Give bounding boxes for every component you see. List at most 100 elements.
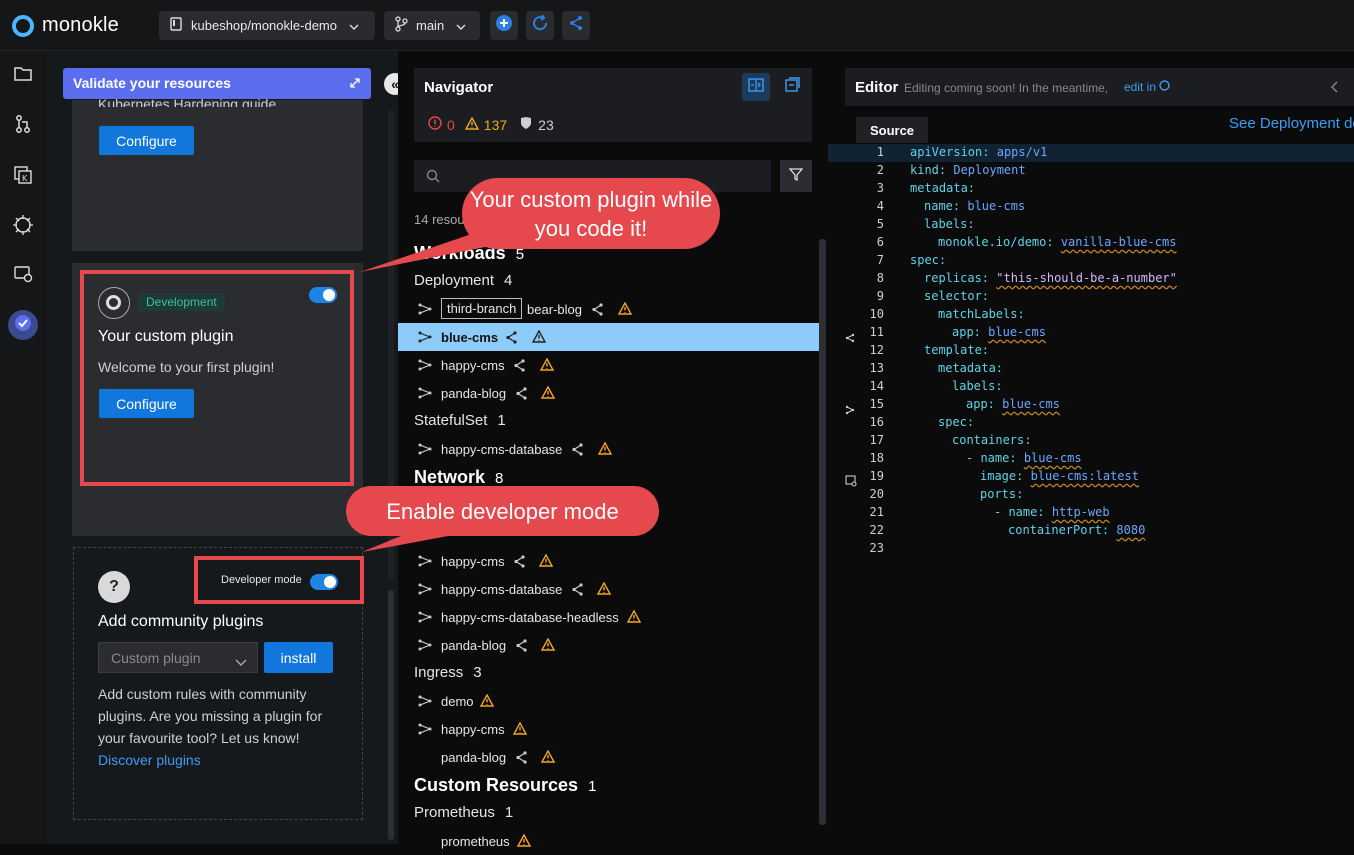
code-text: name: blue-cms	[924, 199, 1025, 213]
navigator-header: Navigator 0 137 23	[414, 68, 812, 142]
resource-row[interactable]: happy-cms-database	[398, 575, 820, 603]
line-number: 12	[869, 343, 884, 357]
resource-row[interactable]: happy-cms-database	[398, 435, 820, 463]
filter-button[interactable]	[780, 160, 812, 192]
resource-row[interactable]: demo	[398, 687, 820, 715]
configure-hardening-button[interactable]: Configure	[99, 126, 194, 155]
line-number: 22	[869, 523, 884, 537]
repo-selector[interactable]: kubeshop/monokle-demo	[159, 11, 375, 40]
code-text: - name: http-web	[994, 505, 1110, 519]
resource-row[interactable]: panda-blog	[398, 379, 820, 407]
line-number: 9	[876, 289, 884, 303]
git-button[interactable]	[8, 111, 38, 141]
resource-row[interactable]: prometheus	[398, 827, 820, 855]
explorer-button[interactable]	[8, 61, 38, 91]
warning-icon	[479, 693, 495, 710]
compare-button[interactable]	[742, 73, 770, 101]
line-number: 7	[876, 253, 884, 267]
kind-deployment[interactable]: Deployment 4	[414, 272, 512, 289]
validation-button[interactable]	[8, 310, 38, 340]
share-icon	[591, 303, 604, 319]
warning-icon	[626, 609, 642, 626]
git-compare-icon	[14, 114, 32, 139]
resource-row[interactable]: third-branch bear-blog	[398, 295, 820, 323]
code-text: selector:	[924, 289, 989, 303]
custom-plugin-select[interactable]: Custom plugin	[98, 642, 258, 673]
kind-ingress[interactable]: Ingress 3	[414, 664, 482, 681]
warning-icon	[538, 553, 554, 570]
yaml-key: - name:	[966, 451, 1017, 465]
code-text: spec:	[938, 415, 974, 429]
sync-button[interactable]	[526, 11, 554, 40]
yaml-value: Deployment	[953, 163, 1026, 177]
branch-selector[interactable]: main	[384, 11, 480, 40]
line-number: 4	[876, 199, 884, 213]
group-custom-resources[interactable]: Custom Resources 1	[414, 775, 596, 796]
share-button[interactable]	[562, 11, 590, 40]
install-button[interactable]: install	[264, 642, 333, 673]
line-number: 18	[869, 451, 884, 465]
problem-stats: 0 137 23	[428, 116, 554, 133]
kustomize-button[interactable]: K	[8, 162, 38, 192]
kind-prometheus[interactable]: Prometheus 1	[414, 804, 513, 821]
custom-plugin-select-value: Custom plugin	[111, 650, 201, 666]
expand-icon[interactable]	[349, 76, 361, 92]
yaml-key: containerPort:	[1008, 523, 1110, 537]
resource-row[interactable]: happy-cms-database-headless	[398, 603, 820, 631]
yaml-value: http-web	[1051, 505, 1110, 519]
link-icon[interactable]	[845, 330, 855, 348]
resource-row[interactable]: happy-cms	[398, 351, 820, 379]
link-icon[interactable]	[845, 402, 855, 420]
chevron-left-icon[interactable]	[1330, 80, 1338, 98]
line-number: 13	[869, 361, 884, 375]
yaml-value: blue-cms	[1023, 451, 1082, 465]
resource-name: blue-cms	[441, 330, 499, 345]
resource-row[interactable]: happy-cms	[398, 547, 820, 575]
collapse-all-button[interactable]	[778, 73, 806, 101]
preview-button[interactable]	[8, 261, 38, 291]
edit-in-github-link[interactable]: edit in	[1124, 80, 1171, 94]
yaml-key: app:	[966, 397, 995, 411]
statefulset-icon	[418, 443, 432, 458]
yaml-key: metadata:	[938, 361, 1004, 375]
callout-custom-plugin: Your custom plugin while you code it!	[462, 178, 720, 249]
line-number: 15	[869, 397, 884, 411]
ingress-icon	[418, 723, 432, 738]
line-number: 1	[876, 145, 884, 159]
code-text: app: blue-cms	[966, 397, 1060, 411]
tab-source[interactable]: Source	[856, 117, 928, 143]
kind-statefulset[interactable]: StatefulSet 1	[414, 412, 506, 429]
yaml-key: app:	[952, 325, 981, 339]
chevron-down-icon	[456, 18, 466, 33]
share-icon	[513, 359, 526, 375]
panel-scrollbar[interactable]	[388, 590, 394, 840]
warning-icon	[540, 637, 556, 654]
helm-button[interactable]	[8, 212, 38, 242]
discover-plugins-link[interactable]: Discover plugins	[98, 752, 201, 768]
policy-icon	[519, 116, 533, 133]
code-editor[interactable]: 1 apiVersion: apps/v1 2 kind: Deployment 3 me…	[828, 145, 1354, 565]
resource-row[interactable]: happy-cms	[398, 715, 820, 743]
line-number: 17	[869, 433, 884, 447]
navigator-scrollbar[interactable]	[819, 239, 826, 825]
line-number: 14	[869, 379, 884, 393]
resource-row[interactable]: panda-blog	[398, 743, 820, 771]
warning-icon	[540, 749, 556, 766]
service-icon	[418, 555, 432, 570]
add-branch-button[interactable]	[490, 11, 518, 40]
group-network[interactable]: Network 8	[414, 467, 503, 488]
resource-row-selected[interactable]: blue-cms	[398, 323, 820, 351]
code-text: image: blue-cms:latest	[980, 469, 1139, 483]
resource-row[interactable]: panda-blog	[398, 631, 820, 659]
share-icon	[568, 15, 584, 36]
question-icon: ?	[98, 571, 130, 603]
code-text: template:	[924, 343, 989, 357]
resource-name: happy-cms-database	[441, 442, 563, 457]
yaml-value: 8080	[1116, 523, 1146, 537]
see-deployment-docs-link[interactable]: See Deployment do	[1229, 115, 1354, 132]
code-text: ports:	[980, 487, 1023, 501]
refresh-icon	[531, 14, 549, 37]
warning-icon	[540, 385, 556, 402]
image-link-icon[interactable]	[845, 474, 857, 492]
deployment-icon	[418, 387, 432, 402]
